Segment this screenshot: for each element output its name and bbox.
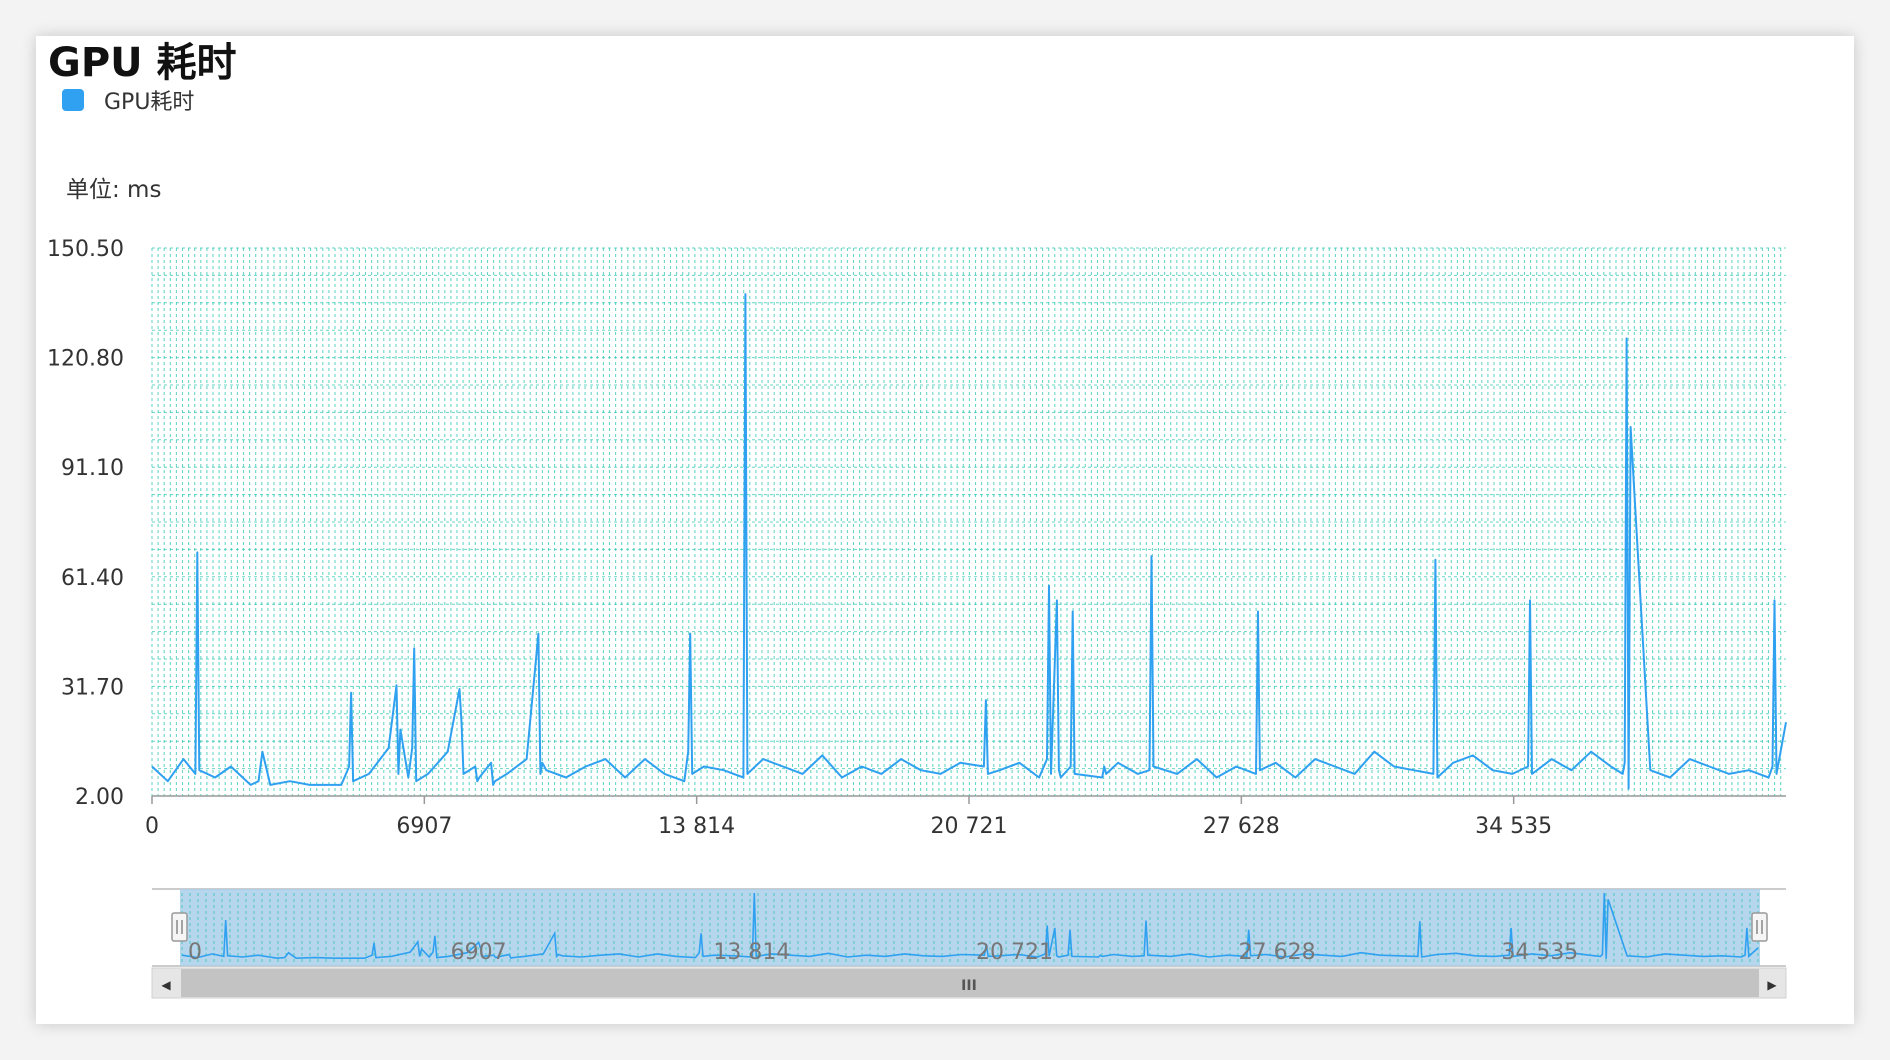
y-tick-label: 61.40 [61,566,124,591]
y-tick-labels: 2.00 31.70 61.40 91.10 120.80 150.50 [47,237,124,810]
y-tick-label: 31.70 [61,675,124,700]
zoom-handle-left[interactable] [171,912,188,942]
chart-svg: 2.00 31.70 61.40 91.10 120.80 150.50 0 6907 13 … [47,237,1787,999]
y-tick-label: 150.50 [47,237,124,262]
x-tick-labels: 0 6907 13 814 20 721 27 628 34 535 [145,796,1552,839]
y-tick-label: 120.80 [47,347,124,372]
x-tick-label: 27 628 [1203,814,1280,839]
scrollbar-grip-glyph: III [961,978,977,994]
zoom-tick-label: 0 [188,940,202,965]
x-tick-label: 20 721 [931,814,1008,839]
zoom-tick-label: 27 628 [1239,940,1316,965]
scroll-right-arrow-icon[interactable]: ▶ [1767,978,1777,992]
zoom-handle-right[interactable] [1751,912,1768,942]
x-tick-label: 34 535 [1475,814,1552,839]
y-tick-label: 91.10 [61,456,124,481]
x-tick-label: 6907 [396,814,452,839]
x-tick-label: 0 [145,814,159,839]
scroll-left-arrow-icon[interactable]: ◀ [161,978,171,992]
zoom-tick-label: 6907 [451,940,507,965]
zoom-tick-label: 34 535 [1501,940,1578,965]
data-zoom[interactable]: 0 6907 13 814 20 721 27 628 34 535 III ◀ ▶ [151,888,1787,999]
zoom-tick-label: 20 721 [976,940,1053,965]
zoom-tick-label: 13 814 [713,940,790,965]
y-tick-label: 2.00 [75,785,124,810]
x-tick-label: 13 814 [658,814,735,839]
